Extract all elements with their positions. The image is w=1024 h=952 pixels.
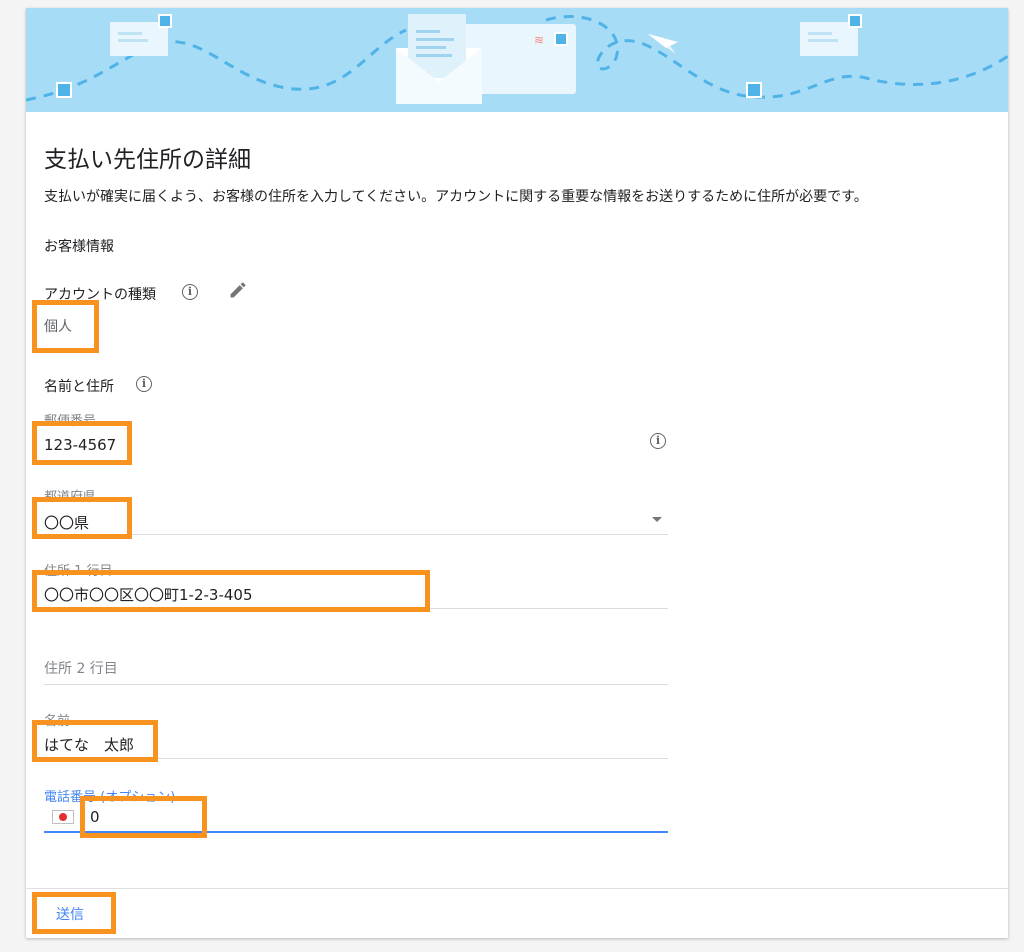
postal-code-info-icon[interactable]: i bbox=[650, 433, 666, 449]
postal-code-label: 郵便番号 bbox=[44, 414, 97, 429]
address-line1-input[interactable]: 〇〇市〇〇区〇〇町1-2-3-405 bbox=[44, 584, 253, 605]
svg-text:≋: ≋ bbox=[534, 33, 544, 47]
page-title: 支払い先住所の詳細 bbox=[44, 147, 251, 173]
banner-illustration: ≋ bbox=[26, 8, 1008, 112]
name-underline bbox=[44, 758, 668, 759]
account-type-label: アカウントの種類 bbox=[44, 287, 156, 303]
account-type-info-icon[interactable]: i bbox=[182, 284, 198, 300]
address-line1-underline bbox=[44, 608, 668, 609]
prefecture-select[interactable]: 〇〇県 bbox=[44, 512, 89, 533]
submit-button[interactable]: 送信 bbox=[56, 904, 84, 924]
name-label: 名前 bbox=[44, 714, 71, 729]
phone-underline bbox=[44, 831, 668, 833]
address-card: ≋ 支払い先住所の詳細 支払いが確実に届くよう、お客様の住所を入力してください。 bbox=[26, 8, 1008, 938]
edit-pencil-icon[interactable] bbox=[228, 280, 248, 300]
footer-divider bbox=[26, 888, 1008, 889]
japan-flag-icon[interactable] bbox=[52, 810, 74, 824]
prefecture-underline bbox=[44, 534, 668, 535]
phone-label: 電話番号 (オプション) bbox=[44, 790, 176, 805]
address-line1-label: 住所 1 行目 bbox=[44, 564, 113, 579]
customer-info-heading: お客様情報 bbox=[44, 239, 114, 255]
postal-code-input[interactable]: 123-4567 bbox=[44, 436, 116, 454]
name-input[interactable]: はてな 太郎 bbox=[44, 734, 134, 755]
address-line2-underline bbox=[44, 684, 668, 685]
chevron-down-icon[interactable] bbox=[652, 517, 662, 522]
name-address-heading: 名前と住所 bbox=[44, 379, 114, 395]
envelope-illustration: ≋ bbox=[26, 14, 1008, 104]
address-line2-input[interactable]: 住所 2 行目 bbox=[44, 658, 118, 678]
phone-input[interactable]: 0 bbox=[90, 808, 100, 826]
account-type-value: 個人 bbox=[44, 319, 72, 335]
name-address-info-icon[interactable]: i bbox=[136, 376, 152, 392]
prefecture-label: 都道府県 bbox=[44, 490, 97, 505]
page-description: 支払いが確実に届くよう、お客様の住所を入力してください。アカウントに関する重要な… bbox=[44, 189, 868, 205]
